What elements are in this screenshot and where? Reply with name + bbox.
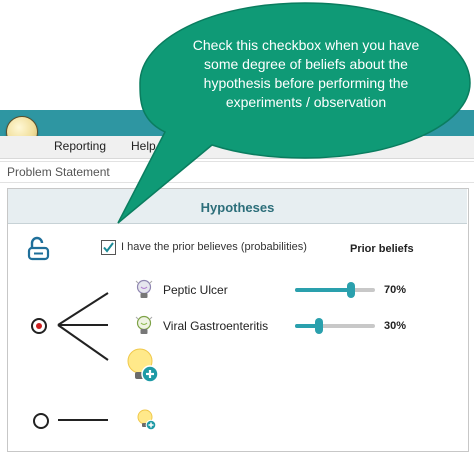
tooltip-callout-text: Check this checkbox when you have some d…: [192, 37, 420, 110]
